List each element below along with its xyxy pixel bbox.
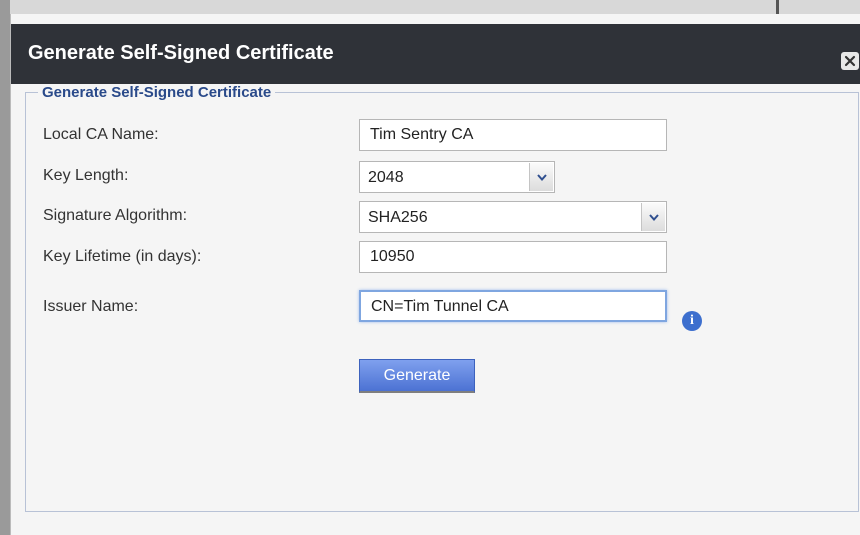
info-icon[interactable]: i — [682, 311, 702, 331]
signature-algorithm-value: SHA256 — [368, 209, 428, 226]
key-length-select[interactable]: 2048 — [359, 161, 555, 193]
generate-button[interactable]: Generate — [359, 359, 475, 393]
close-button[interactable] — [841, 52, 859, 70]
local-ca-name-label: Local CA Name: — [43, 126, 159, 143]
signature-algorithm-label: Signature Algorithm: — [43, 207, 188, 224]
chevron-down-icon — [529, 163, 553, 191]
fieldset-legend: Generate Self-Signed Certificate — [38, 84, 276, 101]
key-length-label: Key Length: — [43, 167, 129, 184]
issuer-name-input[interactable]: CN=Tim Tunnel CA — [359, 290, 667, 322]
key-lifetime-input[interactable]: 10950 — [359, 241, 667, 273]
local-ca-name-input[interactable]: Tim Sentry CA — [359, 119, 667, 151]
dialog-title: Generate Self-Signed Certificate — [28, 42, 334, 64]
key-lifetime-label: Key Lifetime (in days): — [43, 248, 202, 265]
key-length-value: 2048 — [368, 169, 404, 186]
signature-algorithm-select[interactable]: SHA256 — [359, 201, 667, 233]
close-icon — [844, 55, 856, 67]
chevron-down-icon — [641, 203, 665, 231]
issuer-name-label: Issuer Name: — [43, 298, 139, 315]
certificate-fieldset: Generate Self-Signed Certificate Local C… — [25, 84, 859, 512]
dialog-titlebar: Generate Self-Signed Certificate — [11, 24, 860, 84]
generate-certificate-dialog: Generate Self-Signed Certificate Generat… — [10, 14, 860, 535]
background-left-strip — [0, 0, 10, 535]
